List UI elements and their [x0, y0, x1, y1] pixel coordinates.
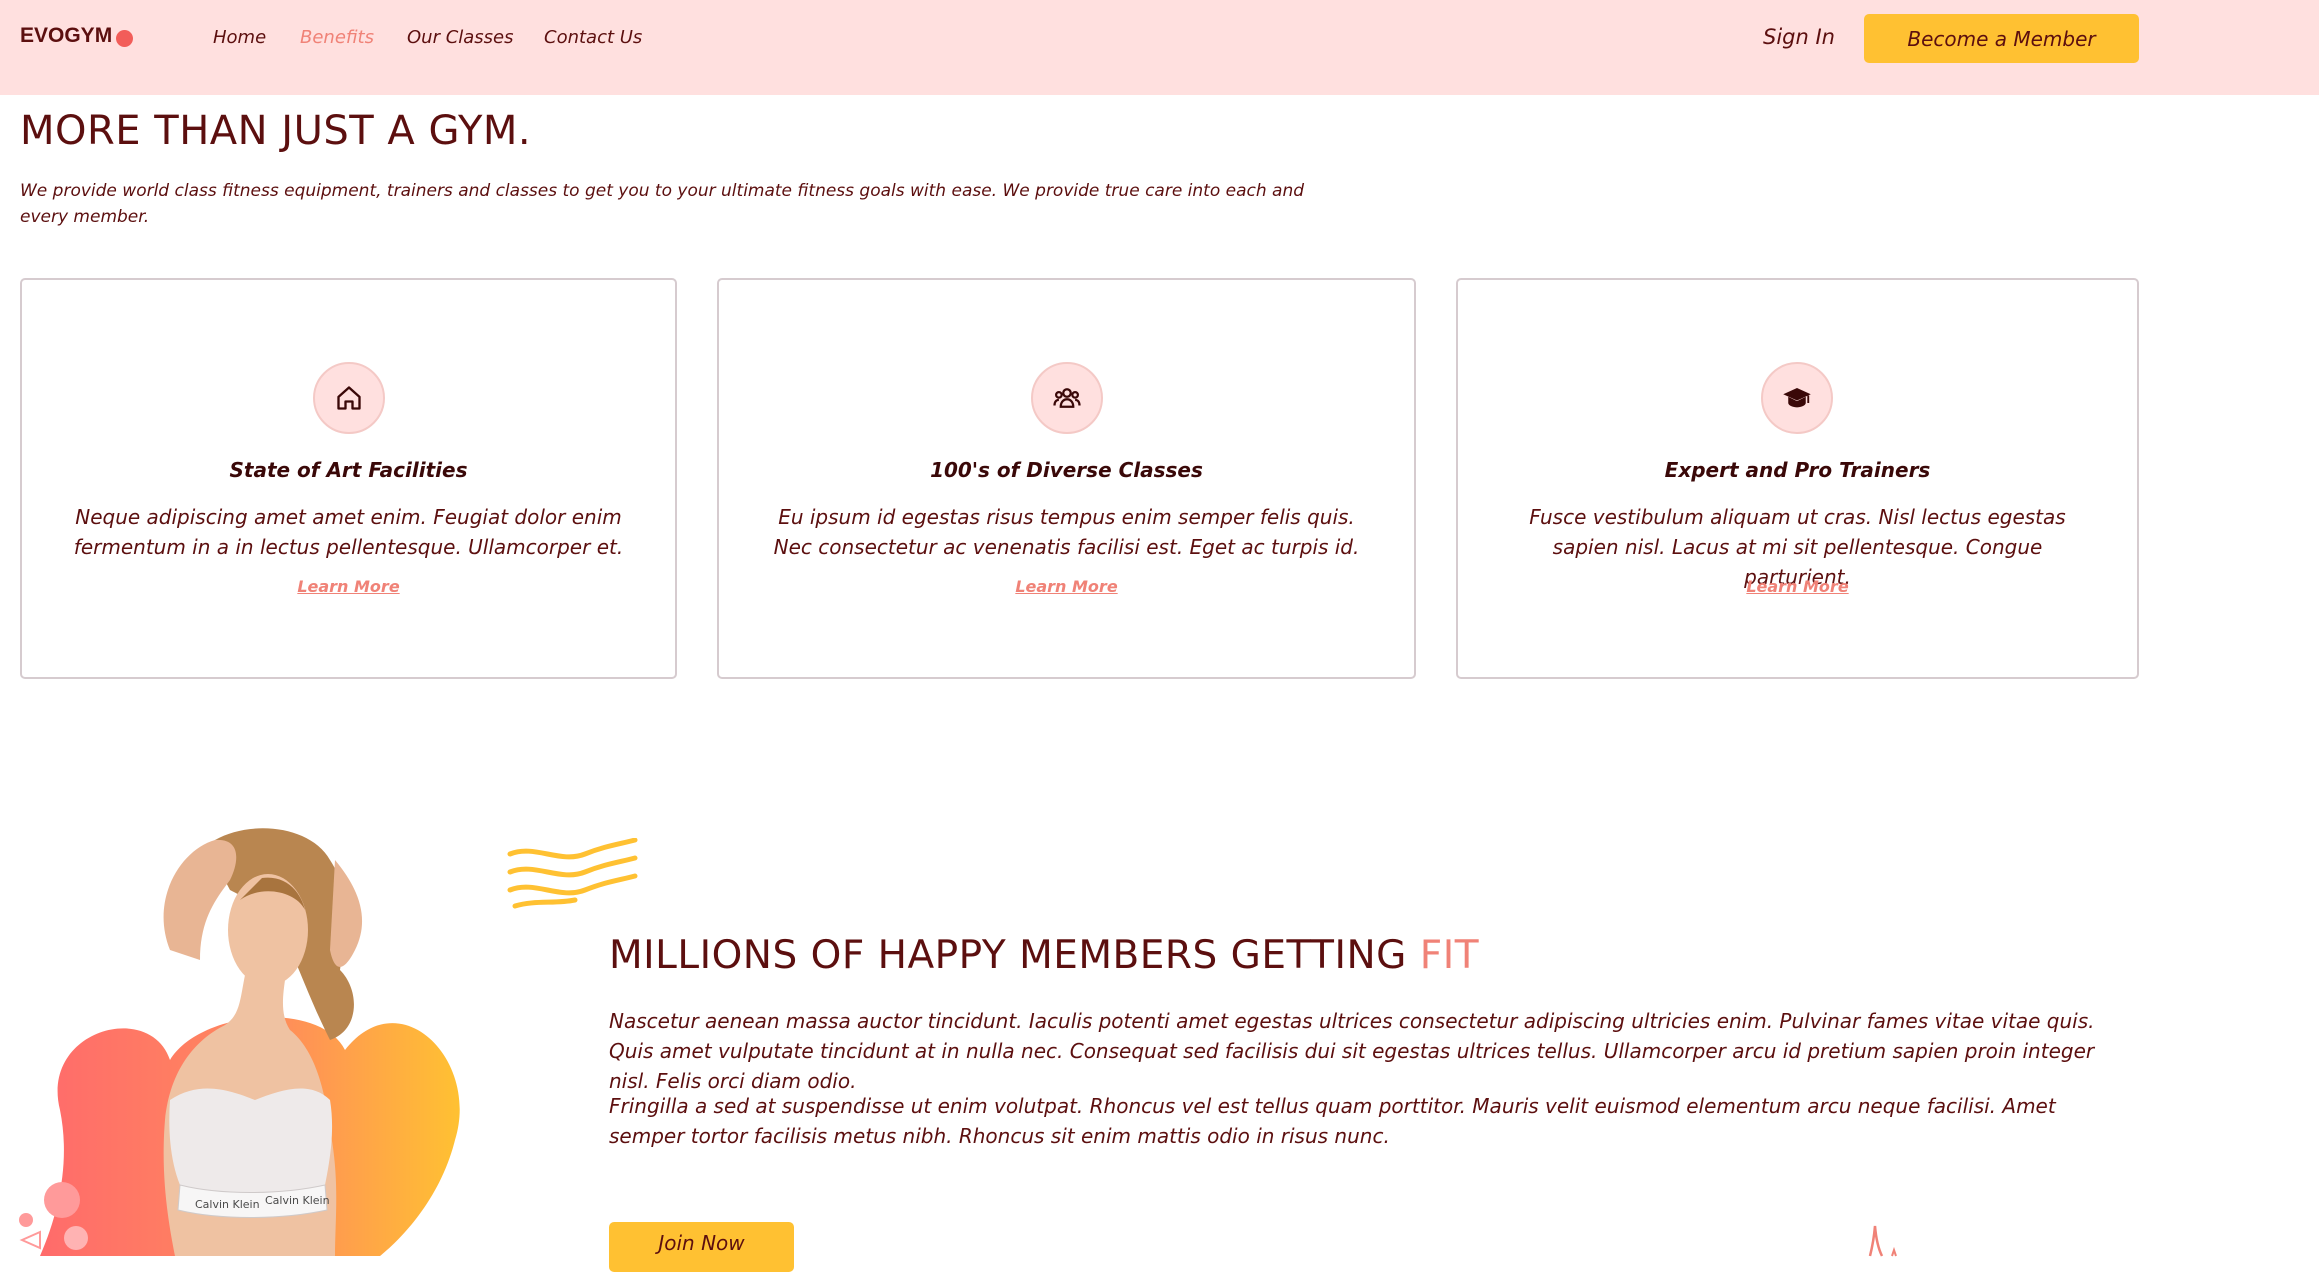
users-group-icon: [1031, 362, 1103, 434]
members-paragraph-2: Fringilla a sed at suspendisse ut enim v…: [609, 1094, 2056, 1148]
nav-link-benefits[interactable]: Benefits: [300, 27, 374, 48]
benefits-intro: We provide world class fitness equipment…: [20, 181, 1305, 227]
join-now-button[interactable]: Join Now: [609, 1222, 794, 1272]
waist-band-text: Calvin Klein: [195, 1198, 260, 1211]
benefit-card-facilities: State of Art Facilities Neque adipiscing…: [20, 278, 677, 679]
home-icon: [313, 362, 385, 434]
sign-in-link[interactable]: Sign In: [1763, 25, 1835, 49]
navbar: EVOGYM Home Benefits Our Classes Contact…: [0, 0, 2319, 95]
benefit-card-trainers: Expert and Pro Trainers Fusce vestibulum…: [1456, 278, 2139, 679]
card-title: 100's of Diverse Classes: [930, 458, 1203, 482]
nav-link-contact-us[interactable]: Contact Us: [544, 27, 642, 48]
logo[interactable]: EVOGYM: [20, 24, 112, 48]
members-heading-text: MILLIONS OF HAPPY MEMBERS GETTING: [609, 933, 1407, 978]
nav-link-home[interactable]: Home: [213, 27, 266, 48]
learn-more-link[interactable]: Learn More: [719, 577, 1414, 596]
card-text: Neque adipiscing amet amet enim. Feugiat…: [73, 505, 624, 559]
benefits-title: MORE THAN JUST A GYM.: [20, 108, 532, 154]
learn-more-link[interactable]: Learn More: [1458, 577, 2137, 596]
graduation-cap-icon: [1761, 362, 1833, 434]
card-title: Expert and Pro Trainers: [1664, 458, 1931, 482]
waves-decoration-icon: [507, 838, 638, 909]
card-title: State of Art Facilities: [229, 458, 468, 482]
members-heading-accent: FIT: [1419, 933, 1480, 978]
members-heading: MILLIONS OF HAPPY MEMBERS GETTING FIT: [609, 933, 1479, 978]
benefit-card-classes: 100's of Diverse Classes Eu ipsum id ege…: [717, 278, 1416, 679]
nav-link-our-classes[interactable]: Our Classes: [407, 27, 514, 48]
learn-more-link[interactable]: Learn More: [22, 577, 675, 596]
become-member-button[interactable]: Become a Member: [1864, 14, 2139, 63]
waist-band-text: Calvin Klein: [265, 1194, 330, 1207]
sparkle-decoration-icon: [1868, 1225, 1897, 1257]
logo-dot-icon: [116, 30, 133, 47]
woman-fitness-photo: Calvin Klein Calvin Klein: [19, 828, 460, 1256]
members-paragraph-1: Nascetur aenean massa auctor tincidunt. …: [609, 1009, 2095, 1093]
card-text: Eu ipsum id egestas risus tempus enim se…: [773, 505, 1360, 559]
